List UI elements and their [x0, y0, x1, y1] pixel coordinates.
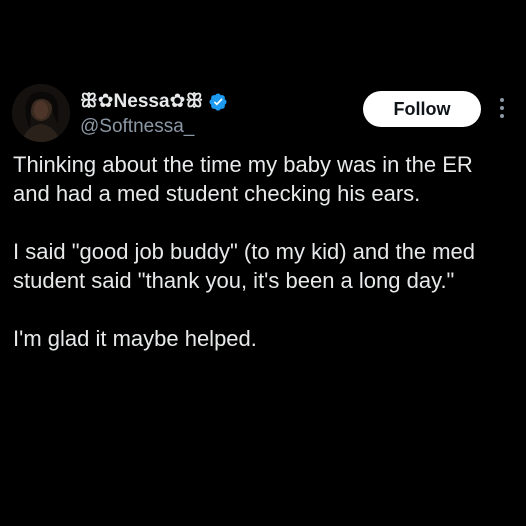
tweet-paragraph: I said "good job buddy" (to my kid) and …: [13, 239, 475, 293]
tweet-paragraph: Thinking about the time my baby was in t…: [13, 152, 473, 206]
follow-button[interactable]: Follow: [363, 91, 481, 127]
display-name[interactable]: ꕥ✿Nessa✿ꕥ: [80, 90, 203, 114]
author-handle[interactable]: @Softnessa_: [80, 115, 194, 139]
avatar[interactable]: [12, 84, 70, 142]
profile-photo-icon: [12, 84, 70, 142]
tweet-text: Thinking about the time my baby was in t…: [13, 150, 513, 353]
verified-badge-icon: [208, 92, 228, 112]
tweet-card: ꕥ✿Nessa✿ꕥ @Softnessa_ Follow Thinking ab…: [0, 0, 526, 526]
more-vertical-icon[interactable]: [496, 95, 508, 121]
author-name-row[interactable]: ꕥ✿Nessa✿ꕥ: [80, 90, 228, 114]
tweet-paragraph: I'm glad it maybe helped.: [13, 326, 257, 351]
